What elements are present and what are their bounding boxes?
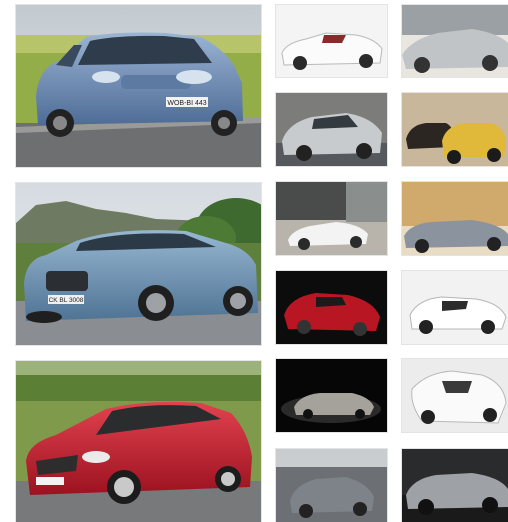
thumb-white-roadster[interactable] (402, 271, 508, 344)
white-roadster-image (402, 271, 508, 344)
photo-red-hatchback[interactable] (16, 361, 261, 522)
thumb-white-convertible-showroom[interactable] (276, 182, 387, 255)
thumb-gray-sports-car-track[interactable] (276, 449, 387, 522)
blue-sportback-image: CK BL 3008 (16, 183, 261, 345)
white-convertible-coupe-image (276, 5, 387, 77)
gray-convertible-sepia-image (402, 182, 508, 255)
white-supercar-image (402, 359, 508, 432)
red-convertible-image (276, 271, 387, 344)
thumb-silver-sports-coupe[interactable] (276, 93, 387, 166)
thumb-red-convertible[interactable] (276, 271, 387, 344)
gray-sports-car-track-image (276, 449, 387, 522)
silver-coupe-spotlit-image (276, 359, 387, 432)
silver-roadster-bright-image (402, 5, 508, 77)
thumb-silver-coupe-spotlit[interactable] (276, 359, 387, 432)
gray-coupe-dark-image (402, 449, 508, 522)
thumb-white-supercar[interactable] (402, 359, 508, 432)
thumb-silver-roadster-bright[interactable] (402, 5, 508, 77)
red-hatchback-image (16, 361, 261, 522)
thumb-yellow-mini-convertibles[interactable] (402, 93, 508, 166)
blue-hatchback-image: WOB-BI 443 (16, 5, 261, 167)
license-plate-2: CK BL 3008 (49, 297, 84, 304)
thumb-white-convertible-coupe[interactable] (276, 5, 387, 77)
white-convertible-showroom-image (276, 182, 387, 255)
photo-blue-hatchback[interactable]: WOB-BI 443 (16, 5, 261, 167)
yellow-mini-convertibles-image (402, 93, 508, 166)
thumb-gray-coupe-dark[interactable] (402, 449, 508, 522)
thumb-gray-convertible-sepia[interactable] (402, 182, 508, 255)
silver-sports-coupe-image (276, 93, 387, 166)
license-plate-1: WOB-BI 443 (167, 100, 206, 107)
photo-blue-sportback[interactable]: CK BL 3008 (16, 183, 261, 345)
